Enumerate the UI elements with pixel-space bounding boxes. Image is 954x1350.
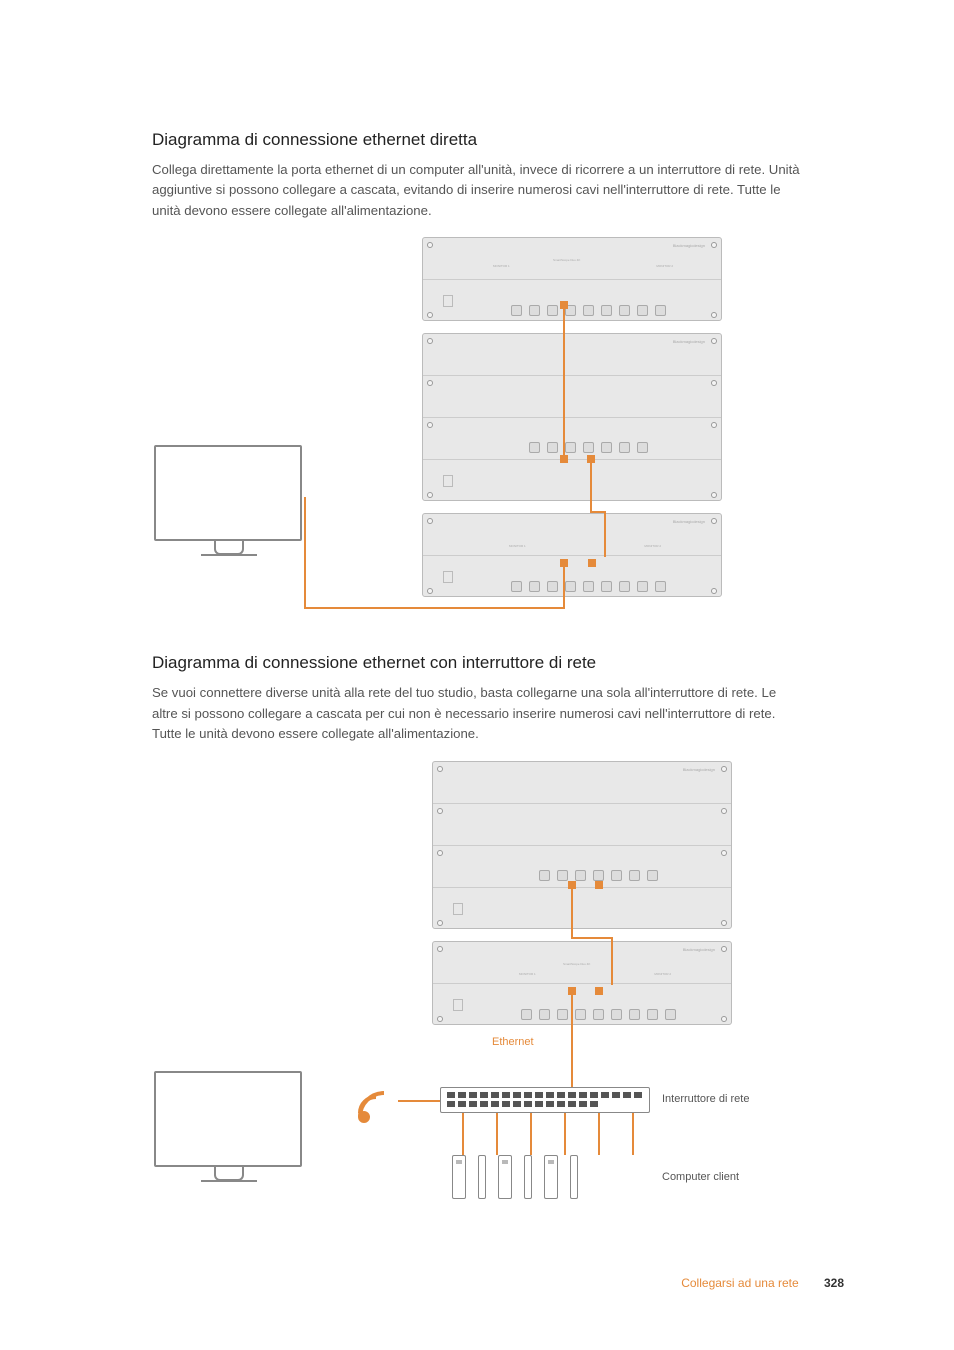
ethernet-cable — [530, 1113, 532, 1155]
rack-unit-1: Blackmagicdesign MONITOR 1 SmartScope Du… — [422, 237, 722, 321]
port-label: MONITOR 2 — [644, 544, 661, 548]
ethernet-cable — [398, 1100, 440, 1102]
ports-row — [487, 1009, 709, 1020]
client-label: Computer client — [662, 1171, 739, 1183]
ethernet-cable — [571, 889, 573, 939]
ethernet-plug-icon — [560, 559, 568, 567]
ethernet-cable — [632, 1113, 634, 1155]
ethernet-plug-icon — [560, 455, 568, 463]
ethernet-plug-icon — [595, 987, 603, 995]
ethernet-cable — [304, 607, 565, 609]
ethernet-plug-icon — [588, 559, 596, 567]
heading-direct: Diagramma di connessione ethernet dirett… — [152, 130, 804, 150]
port-label: MONITOR 2 — [656, 264, 673, 268]
section-direct-ethernet: Diagramma di connessione ethernet dirett… — [152, 130, 804, 617]
heading-switch: Diagramma di connessione ethernet con in… — [152, 653, 804, 673]
ports-row — [477, 581, 699, 592]
ethernet-cable — [462, 1113, 464, 1155]
port-label: MONITOR 1 — [493, 264, 510, 268]
ethernet-cable — [611, 937, 613, 985]
ethernet-label: Ethernet — [492, 1036, 534, 1048]
ethernet-cable — [598, 1113, 600, 1155]
ethernet-cable — [571, 937, 611, 939]
ethernet-plug-icon — [595, 881, 603, 889]
ethernet-cable — [590, 511, 604, 513]
ethernet-plug-icon — [587, 455, 595, 463]
brand-label: Blackmagicdesign — [673, 339, 705, 344]
ports-row — [477, 305, 699, 316]
port-label: MONITOR 1 — [509, 544, 526, 548]
client-computers — [452, 1155, 578, 1199]
page-footer: Collegarsi ad una rete 328 — [681, 1276, 844, 1290]
device-label: SmartScope Duo 4K — [563, 962, 590, 966]
brand-label: Blackmagicdesign — [673, 243, 705, 248]
ethernet-cable — [563, 309, 565, 459]
wifi-icon — [352, 1089, 400, 1147]
ethernet-plug-icon — [568, 881, 576, 889]
diagram-direct-ethernet: Blackmagicdesign MONITOR 1 SmartScope Du… — [152, 237, 804, 617]
body-switch: Se vuoi connettere diverse unità alla re… — [152, 683, 804, 744]
client-tower-icon — [544, 1155, 558, 1199]
ethernet-cable — [496, 1113, 498, 1155]
port-label: MONITOR 2 — [654, 972, 671, 976]
computer-monitor-icon — [154, 1071, 304, 1182]
footer-page: 328 — [824, 1276, 844, 1290]
ethernet-cable — [564, 1113, 566, 1155]
ethernet-cable — [590, 463, 592, 511]
ethernet-cable — [304, 497, 306, 607]
port-label: MONITOR 1 — [519, 972, 536, 976]
ports-row — [487, 870, 709, 881]
client-tower-icon — [498, 1155, 512, 1199]
computer-monitor-icon — [154, 445, 304, 556]
ethernet-cable — [571, 995, 573, 1087]
rack-unit-3: Blackmagicdesign MONITOR 1 MONITOR 2 — [422, 513, 722, 597]
brand-label: Blackmagicdesign — [683, 767, 715, 772]
rack-unit-bottom: Blackmagicdesign MONITOR 1 MONITOR 2 Sma… — [432, 941, 732, 1025]
brand-label: Blackmagicdesign — [683, 947, 715, 952]
network-switch-icon — [440, 1087, 650, 1113]
ports-row — [477, 442, 699, 453]
ethernet-cable — [604, 511, 606, 557]
rack-unit-top: Blackmagicdesign — [432, 761, 732, 929]
footer-chapter: Collegarsi ad una rete — [681, 1276, 798, 1290]
client-tower-icon — [478, 1155, 486, 1199]
client-tower-icon — [524, 1155, 532, 1199]
ethernet-plug-icon — [560, 301, 568, 309]
switch-label: Interruttore di rete — [662, 1093, 749, 1105]
client-tower-icon — [570, 1155, 578, 1199]
body-direct: Collega direttamente la porta ethernet d… — [152, 160, 804, 221]
section-switch-ethernet: Diagramma di connessione ethernet con in… — [152, 653, 804, 1230]
brand-label: Blackmagicdesign — [673, 519, 705, 524]
ethernet-cable — [563, 567, 565, 607]
client-tower-icon — [452, 1155, 466, 1199]
ethernet-plug-icon — [568, 987, 576, 995]
diagram-switch-ethernet: Blackmagicdesign Blackmagicdesign MONITO… — [152, 761, 804, 1231]
device-label: SmartScope Duo 4K — [553, 258, 580, 262]
rack-unit-2: Blackmagicdesign — [422, 333, 722, 501]
